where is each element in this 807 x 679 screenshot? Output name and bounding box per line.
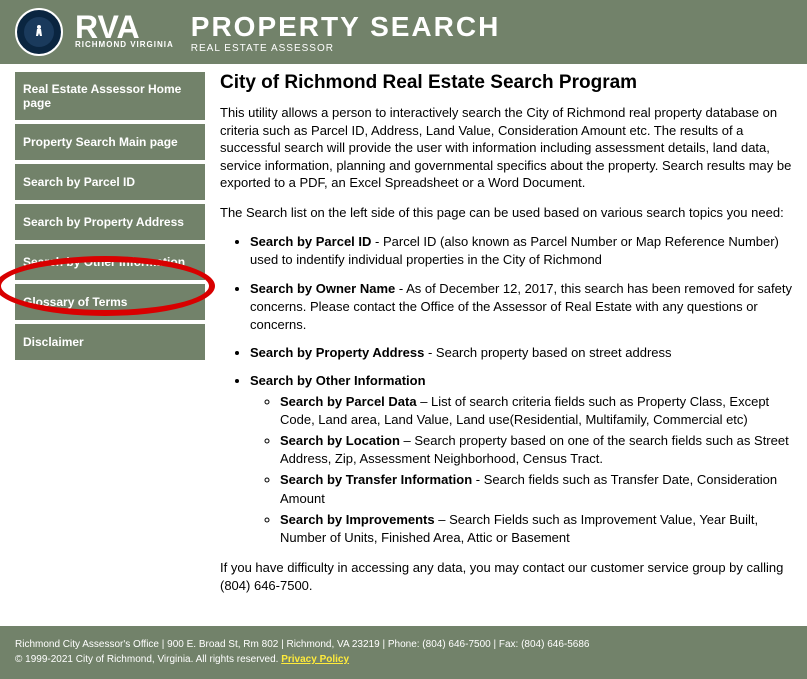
list-item: Search by Transfer Information - Search … <box>280 471 792 507</box>
rva-logo-text: RVA <box>75 15 174 41</box>
list-text: - Search property based on street addres… <box>424 345 671 360</box>
privacy-policy-link[interactable]: Privacy Policy <box>281 654 349 665</box>
list-item: Search by Location – Search property bas… <box>280 432 792 468</box>
footer-line-1: Richmond City Assessor's Office | 900 E.… <box>15 638 792 653</box>
list-label: Search by Owner Name <box>250 281 395 296</box>
sub-list: Search by Parcel Data – List of search c… <box>280 393 792 548</box>
city-seal-icon <box>15 8 63 56</box>
list-label: Search by Improvements <box>280 512 435 527</box>
main-content: City of Richmond Real Estate Search Prog… <box>220 72 792 606</box>
list-item: Search by Other Information Search by Pa… <box>250 372 792 547</box>
list-label: Search by Parcel ID <box>250 234 371 249</box>
search-topics-list: Search by Parcel ID - Parcel ID (also kn… <box>250 233 792 547</box>
list-label: Search by Location <box>280 433 400 448</box>
list-item: Search by Improvements – Search Fields s… <box>280 511 792 547</box>
list-item: Search by Parcel Data – List of search c… <box>280 393 792 429</box>
list-label: Search by Transfer Information <box>280 472 472 487</box>
sidebar-item-disclaimer[interactable]: Disclaimer <box>15 324 205 360</box>
sidebar-nav: Real Estate Assessor Home page Property … <box>15 72 205 606</box>
sidebar-item-glossary[interactable]: Glossary of Terms <box>15 284 205 320</box>
page-title: City of Richmond Real Estate Search Prog… <box>220 72 792 94</box>
list-label: Search by Property Address <box>250 345 424 360</box>
sidebar-item-other-info[interactable]: Search by Other Information <box>15 244 205 280</box>
header-title: PROPERTY SEARCH <box>191 11 501 43</box>
list-label: Search by Parcel Data <box>280 394 417 409</box>
footer-copyright: © 1999-2021 City of Richmond, Virginia. … <box>15 654 281 665</box>
contact-paragraph: If you have difficulty in accessing any … <box>220 559 792 594</box>
sidebar-item-main[interactable]: Property Search Main page <box>15 124 205 160</box>
rva-logo-subtitle: RICHMOND VIRGINIA <box>75 40 174 49</box>
list-item: Search by Parcel ID - Parcel ID (also kn… <box>250 233 792 269</box>
footer-line-2: © 1999-2021 City of Richmond, Virginia. … <box>15 653 792 668</box>
page-header: RVA RICHMOND VIRGINIA PROPERTY SEARCH RE… <box>0 0 807 64</box>
seal-figure-icon <box>30 23 48 41</box>
intro-paragraph-1: This utility allows a person to interact… <box>220 104 792 192</box>
header-title-block: PROPERTY SEARCH REAL ESTATE ASSESSOR <box>191 11 501 54</box>
intro-paragraph-2: The Search list on the left side of this… <box>220 204 792 222</box>
list-item: Search by Property Address - Search prop… <box>250 344 792 362</box>
sidebar-item-property-address[interactable]: Search by Property Address <box>15 204 205 240</box>
rva-logo-block: RVA RICHMOND VIRGINIA <box>75 15 174 50</box>
list-label: Search by Other Information <box>250 373 426 388</box>
sidebar-item-parcel-id[interactable]: Search by Parcel ID <box>15 164 205 200</box>
list-item: Search by Owner Name - As of December 12… <box>250 280 792 335</box>
header-subtitle: REAL ESTATE ASSESSOR <box>191 43 501 54</box>
sidebar-item-home[interactable]: Real Estate Assessor Home page <box>15 72 205 120</box>
